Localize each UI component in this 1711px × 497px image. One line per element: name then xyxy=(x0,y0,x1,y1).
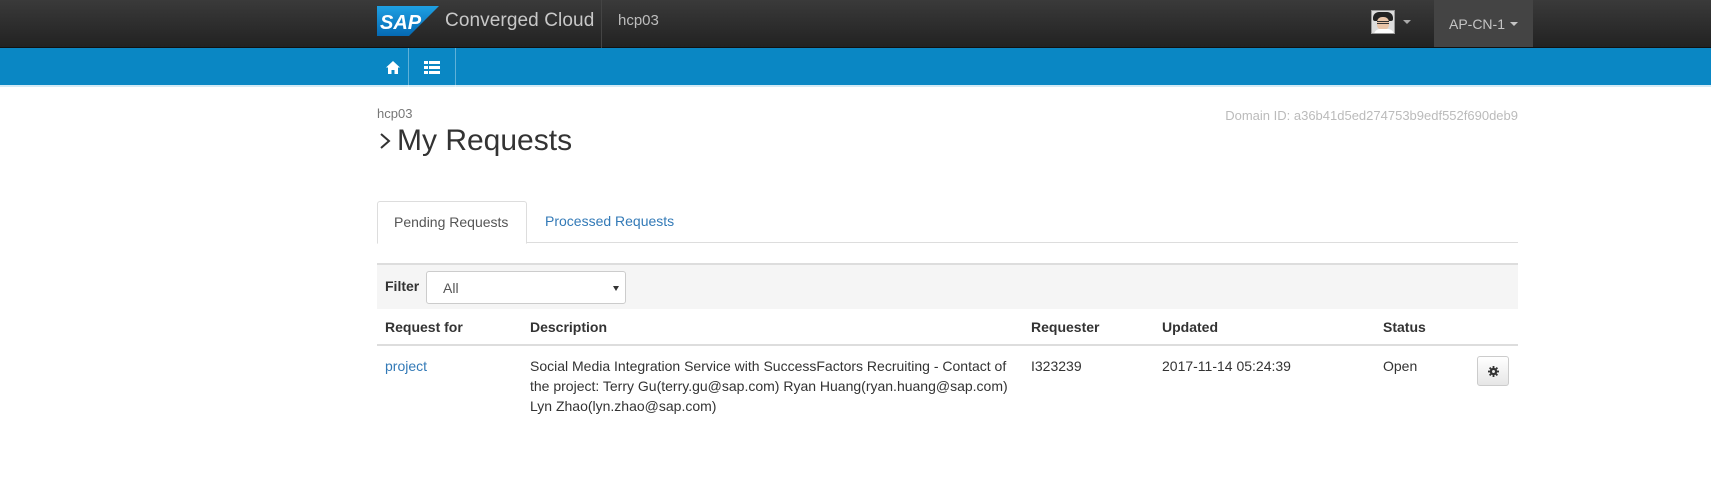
user-menu[interactable] xyxy=(1371,0,1411,44)
list-icon xyxy=(424,61,440,74)
region-label: AP-CN-1 xyxy=(1448,15,1505,32)
breadcrumb[interactable]: hcp03 xyxy=(377,106,412,121)
cell-status: Open xyxy=(1383,358,1418,374)
column-header-requester: Requester xyxy=(1031,319,1100,335)
list-button[interactable] xyxy=(409,48,455,87)
avatar xyxy=(1371,10,1395,34)
row-actions-button[interactable] xyxy=(1477,356,1509,386)
tab-pending-requests[interactable]: Pending Requests xyxy=(377,201,527,244)
requests-table: Request for Description Requester Update… xyxy=(377,309,1518,420)
cell-request-for: project xyxy=(385,356,427,376)
top-navbar: SAP Converged Cloud hcp03 AP-CN-1 xyxy=(0,0,1711,48)
sap-logo: SAP xyxy=(377,6,439,36)
table-header: Request for Description Requester Update… xyxy=(377,309,1518,346)
chevron-down-icon xyxy=(1510,21,1518,26)
project-name[interactable]: hcp03 xyxy=(618,0,659,44)
column-header-status: Status xyxy=(1383,319,1426,335)
home-icon xyxy=(385,61,400,74)
home-button[interactable] xyxy=(377,48,408,87)
request-tabs: Pending Requests Processed Requests xyxy=(377,201,1518,244)
column-header-description: Description xyxy=(530,319,608,335)
title-row: My Requests xyxy=(377,124,572,158)
filter-select[interactable]: All xyxy=(426,271,626,304)
filter-label: Filter xyxy=(385,278,420,294)
select-arrow-icon xyxy=(613,286,619,291)
brand-name: Converged Cloud xyxy=(445,10,595,31)
chevron-right-icon xyxy=(380,133,391,149)
secondary-toolbar xyxy=(0,48,1711,87)
request-for-link[interactable]: project xyxy=(385,358,427,374)
page-title: My Requests xyxy=(397,124,573,157)
sap-logo-text: SAP xyxy=(380,12,422,34)
chevron-down-icon xyxy=(1403,20,1411,24)
column-header-updated: Updated xyxy=(1162,319,1218,335)
cell-requester: I323239 xyxy=(1031,358,1082,374)
gear-icon xyxy=(1487,365,1499,377)
column-header-request-for: Request for xyxy=(385,319,463,335)
cell-description: Social Media Integration Service with Su… xyxy=(530,358,1008,414)
brand[interactable]: SAP Converged Cloud xyxy=(377,6,594,36)
region-dropdown[interactable]: AP-CN-1 xyxy=(1434,0,1533,47)
toolbar-divider xyxy=(455,48,456,87)
filter-bar: Filter All xyxy=(377,263,1518,309)
cell-updated: 2017-11-14 05:24:39 xyxy=(1162,358,1291,374)
table-row: project Social Media Integration Service… xyxy=(377,346,1518,420)
domain-id: Domain ID: a36b41d5ed274753b9edf552f690d… xyxy=(1225,108,1518,123)
tab-processed-requests[interactable]: Processed Requests xyxy=(545,201,674,243)
navbar-divider xyxy=(601,0,602,48)
filter-selected-value: All xyxy=(443,280,459,296)
